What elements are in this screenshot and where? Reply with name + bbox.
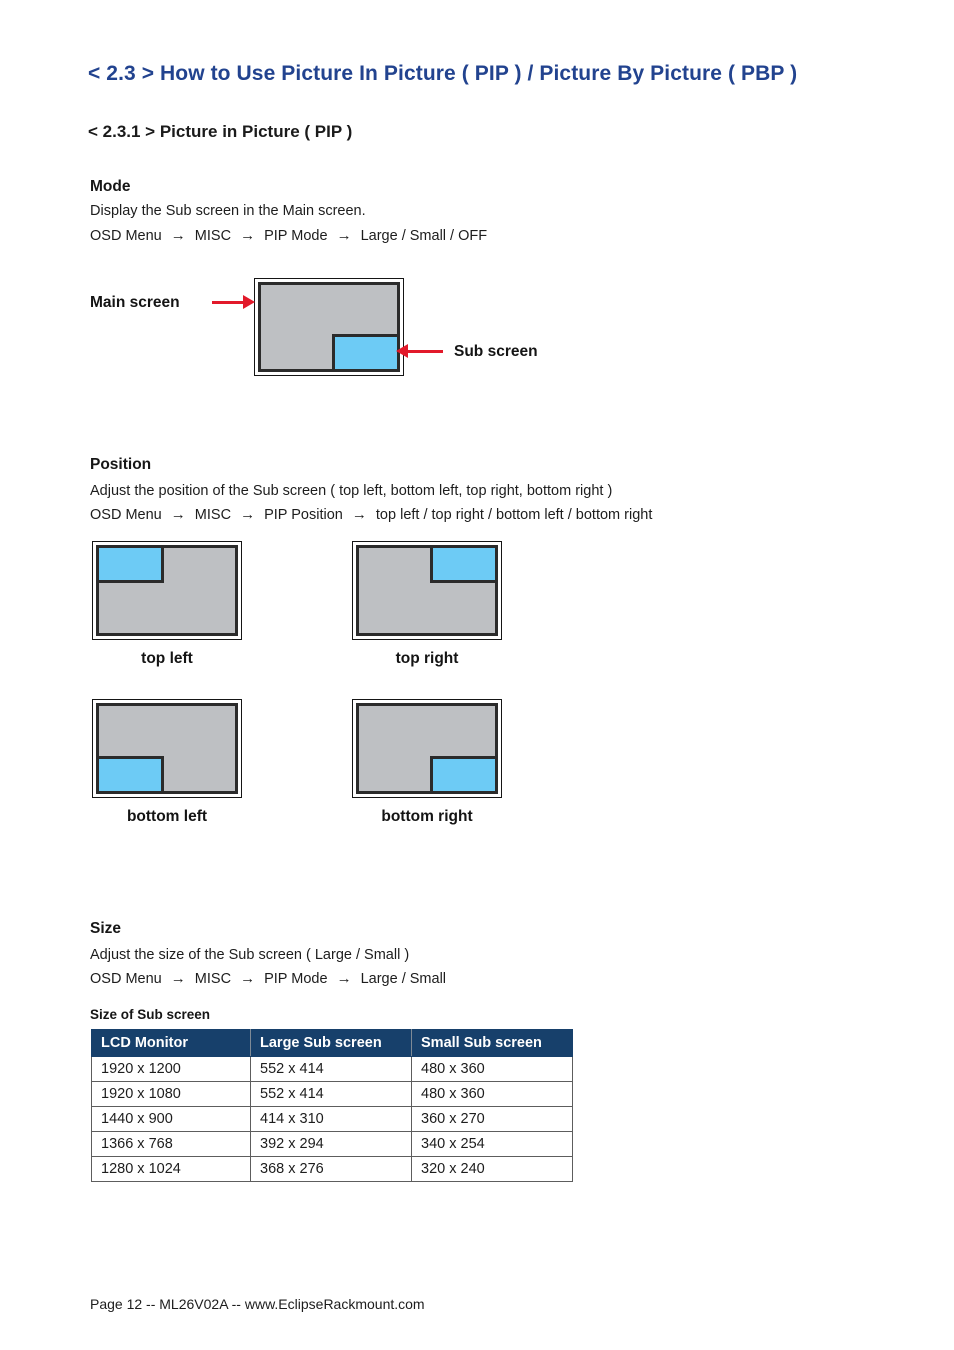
position-diagram-top-right <box>352 541 502 640</box>
size-path-step2: MISC <box>194 971 232 987</box>
table-cell-monitor: 1366 x 768 <box>91 1131 251 1157</box>
right-arrow-icon: → <box>336 970 352 987</box>
size-table-caption: Size of Sub screen <box>90 1007 211 1022</box>
main-screen-area <box>258 282 400 372</box>
size-description: Adjust the size of the Sub screen ( Larg… <box>90 947 410 963</box>
page-footer: Page 12 -- ML26V02A -- www.EclipseRackmo… <box>90 1296 425 1312</box>
sub-screen-callout-label: Sub screen <box>454 343 538 360</box>
position-section-heading: Position <box>90 456 152 473</box>
main-screen-area <box>96 545 238 636</box>
table-cell-monitor: 1920 x 1200 <box>91 1056 251 1082</box>
size-path-step3: PIP Mode <box>264 971 328 987</box>
pip-mode-diagram <box>254 278 404 376</box>
right-arrow-icon: → <box>336 227 352 244</box>
table-row: 1280 x 1024 368 x 276 320 x 240 <box>91 1156 573 1182</box>
table-cell-large: 552 x 414 <box>250 1081 412 1107</box>
table-row: 1366 x 768 392 x 294 340 x 254 <box>91 1131 573 1157</box>
sub-screen-area <box>430 755 498 794</box>
table-header-lcd-monitor: LCD Monitor <box>91 1029 251 1057</box>
table-cell-large: 368 x 276 <box>250 1156 412 1182</box>
main-screen-area <box>96 703 238 794</box>
mode-description: Display the Sub screen in the Main scree… <box>90 203 366 219</box>
size-of-sub-screen-table: LCD Monitor Large Sub screen Small Sub s… <box>91 1029 573 1182</box>
right-arrow-icon: → <box>351 506 367 523</box>
sub-screen-area <box>430 545 498 584</box>
size-path-options: Large / Small <box>360 971 447 987</box>
main-screen-area <box>356 545 498 636</box>
page-subtitle: < 2.3.1 > Picture in Picture ( PIP ) <box>88 122 353 141</box>
right-arrow-icon: → <box>170 970 186 987</box>
size-section-heading: Size <box>90 920 122 937</box>
table-cell-small: 320 x 240 <box>411 1156 573 1182</box>
mode-path-options: Large / Small / OFF <box>360 228 488 244</box>
position-path-step2: MISC <box>194 507 232 523</box>
mode-menu-path: OSD Menu → MISC → PIP Mode → Large / Sma… <box>90 228 487 244</box>
table-cell-large: 552 x 414 <box>250 1056 412 1082</box>
position-diagram-bottom-right <box>352 699 502 798</box>
position-path-options: top left / top right / bottom left / bot… <box>375 507 653 523</box>
right-arrow-icon: → <box>240 227 256 244</box>
size-menu-path: OSD Menu → MISC → PIP Mode → Large / Sma… <box>90 971 446 987</box>
sub-screen-area <box>96 755 164 794</box>
right-arrow-icon: → <box>240 970 256 987</box>
position-diagram-top-left <box>92 541 242 640</box>
table-cell-small: 360 x 270 <box>411 1106 573 1132</box>
main-screen-arrow-line <box>212 301 244 304</box>
mode-path-step2: MISC <box>194 228 232 244</box>
position-caption-top-left: top left <box>141 650 193 667</box>
right-arrow-icon: → <box>170 506 186 523</box>
sub-screen-area <box>96 545 164 584</box>
right-arrow-icon: → <box>170 227 186 244</box>
mode-path-step3: PIP Mode <box>264 228 328 244</box>
table-cell-large: 414 x 310 <box>250 1106 412 1132</box>
table-row: 1440 x 900 414 x 310 360 x 270 <box>91 1106 573 1132</box>
position-caption-bottom-right: bottom right <box>381 808 473 825</box>
table-cell-small: 340 x 254 <box>411 1131 573 1157</box>
table-header-large-sub-screen: Large Sub screen <box>250 1029 412 1057</box>
main-screen-callout-label: Main screen <box>90 294 180 311</box>
table-cell-monitor: 1440 x 900 <box>91 1106 251 1132</box>
table-cell-monitor: 1280 x 1024 <box>91 1156 251 1182</box>
table-row: 1920 x 1200 552 x 414 480 x 360 <box>91 1056 573 1082</box>
position-description: Adjust the position of the Sub screen ( … <box>90 483 613 499</box>
position-path-step3: PIP Position <box>264 507 343 523</box>
main-screen-arrow-head-icon <box>243 295 255 309</box>
size-path-step1: OSD Menu <box>90 971 162 987</box>
page-title: < 2.3 > How to Use Picture In Picture ( … <box>88 62 798 85</box>
mode-section-heading: Mode <box>90 178 131 195</box>
table-cell-monitor: 1920 x 1080 <box>91 1081 251 1107</box>
document-page: < 2.3 > How to Use Picture In Picture ( … <box>0 0 954 1350</box>
position-caption-bottom-left: bottom left <box>126 808 208 825</box>
position-diagram-bottom-left <box>92 699 242 798</box>
table-cell-small: 480 x 360 <box>411 1056 573 1082</box>
table-cell-large: 392 x 294 <box>250 1131 412 1157</box>
table-row: 1920 x 1080 552 x 414 480 x 360 <box>91 1081 573 1107</box>
position-caption-top-right: top right <box>395 650 459 667</box>
table-cell-small: 480 x 360 <box>411 1081 573 1107</box>
table-header-row: LCD Monitor Large Sub screen Small Sub s… <box>91 1029 573 1057</box>
sub-screen-arrow-line <box>407 350 443 353</box>
position-path-step1: OSD Menu <box>90 507 162 523</box>
table-header-small-sub-screen: Small Sub screen <box>411 1029 573 1057</box>
sub-screen-area <box>332 334 400 372</box>
right-arrow-icon: → <box>240 506 256 523</box>
mode-path-step1: OSD Menu <box>90 228 162 244</box>
main-screen-area <box>356 703 498 794</box>
position-menu-path: OSD Menu → MISC → PIP Position → top lef… <box>90 507 652 523</box>
